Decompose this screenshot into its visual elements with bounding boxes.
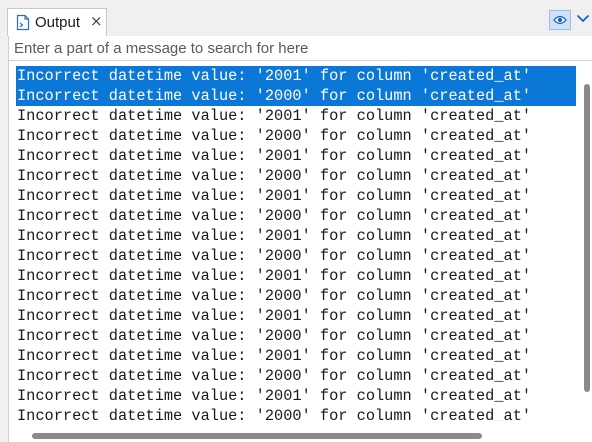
log-line[interactable]: Incorrect datetime value: '2000' for col… <box>16 406 576 421</box>
tab-output[interactable]: Output × <box>7 8 107 36</box>
log-list: Incorrect datetime value: '2001' for col… <box>16 66 576 421</box>
log-line[interactable]: Incorrect datetime value: '2000' for col… <box>16 286 576 306</box>
tab-output-label: Output <box>35 14 81 31</box>
log-line[interactable]: Incorrect datetime value: '2001' for col… <box>16 66 576 86</box>
log-line[interactable]: Incorrect datetime value: '2000' for col… <box>16 126 576 146</box>
output-document-icon <box>16 14 30 31</box>
visibility-toggle-button[interactable] <box>549 10 571 30</box>
log-line[interactable]: Incorrect datetime value: '2001' for col… <box>16 106 576 126</box>
vertical-scrollbar[interactable] <box>579 66 592 421</box>
output-panel: Incorrect datetime value: '2001' for col… <box>8 36 592 442</box>
chevron-down-icon[interactable] <box>576 14 590 23</box>
log-line[interactable]: Incorrect datetime value: '2001' for col… <box>16 186 576 206</box>
horizontal-scrollbar[interactable] <box>9 426 592 442</box>
log-line[interactable]: Incorrect datetime value: '2001' for col… <box>16 226 576 246</box>
log-line[interactable]: Incorrect datetime value: '2001' for col… <box>16 386 576 406</box>
log-line[interactable]: Incorrect datetime value: '2000' for col… <box>16 326 576 346</box>
tab-bar: Output × <box>0 0 592 36</box>
log-line[interactable]: Incorrect datetime value: '2000' for col… <box>16 166 576 186</box>
log-line[interactable]: Incorrect datetime value: '2000' for col… <box>16 366 576 386</box>
log-line[interactable]: Incorrect datetime value: '2001' for col… <box>16 146 576 166</box>
log-line[interactable]: Incorrect datetime value: '2000' for col… <box>16 86 576 106</box>
search-input[interactable] <box>9 36 592 61</box>
log-line[interactable]: Incorrect datetime value: '2000' for col… <box>16 246 576 266</box>
vertical-scrollbar-thumb[interactable] <box>584 84 590 392</box>
close-icon[interactable]: × <box>90 12 103 30</box>
horizontal-scrollbar-thumb[interactable] <box>32 433 482 439</box>
log-line[interactable]: Incorrect datetime value: '2001' for col… <box>16 306 576 326</box>
log-line[interactable]: Incorrect datetime value: '2000' for col… <box>16 206 576 226</box>
log-line[interactable]: Incorrect datetime value: '2001' for col… <box>16 266 576 286</box>
log-line[interactable]: Incorrect datetime value: '2001' for col… <box>16 346 576 366</box>
eye-icon <box>553 15 567 25</box>
